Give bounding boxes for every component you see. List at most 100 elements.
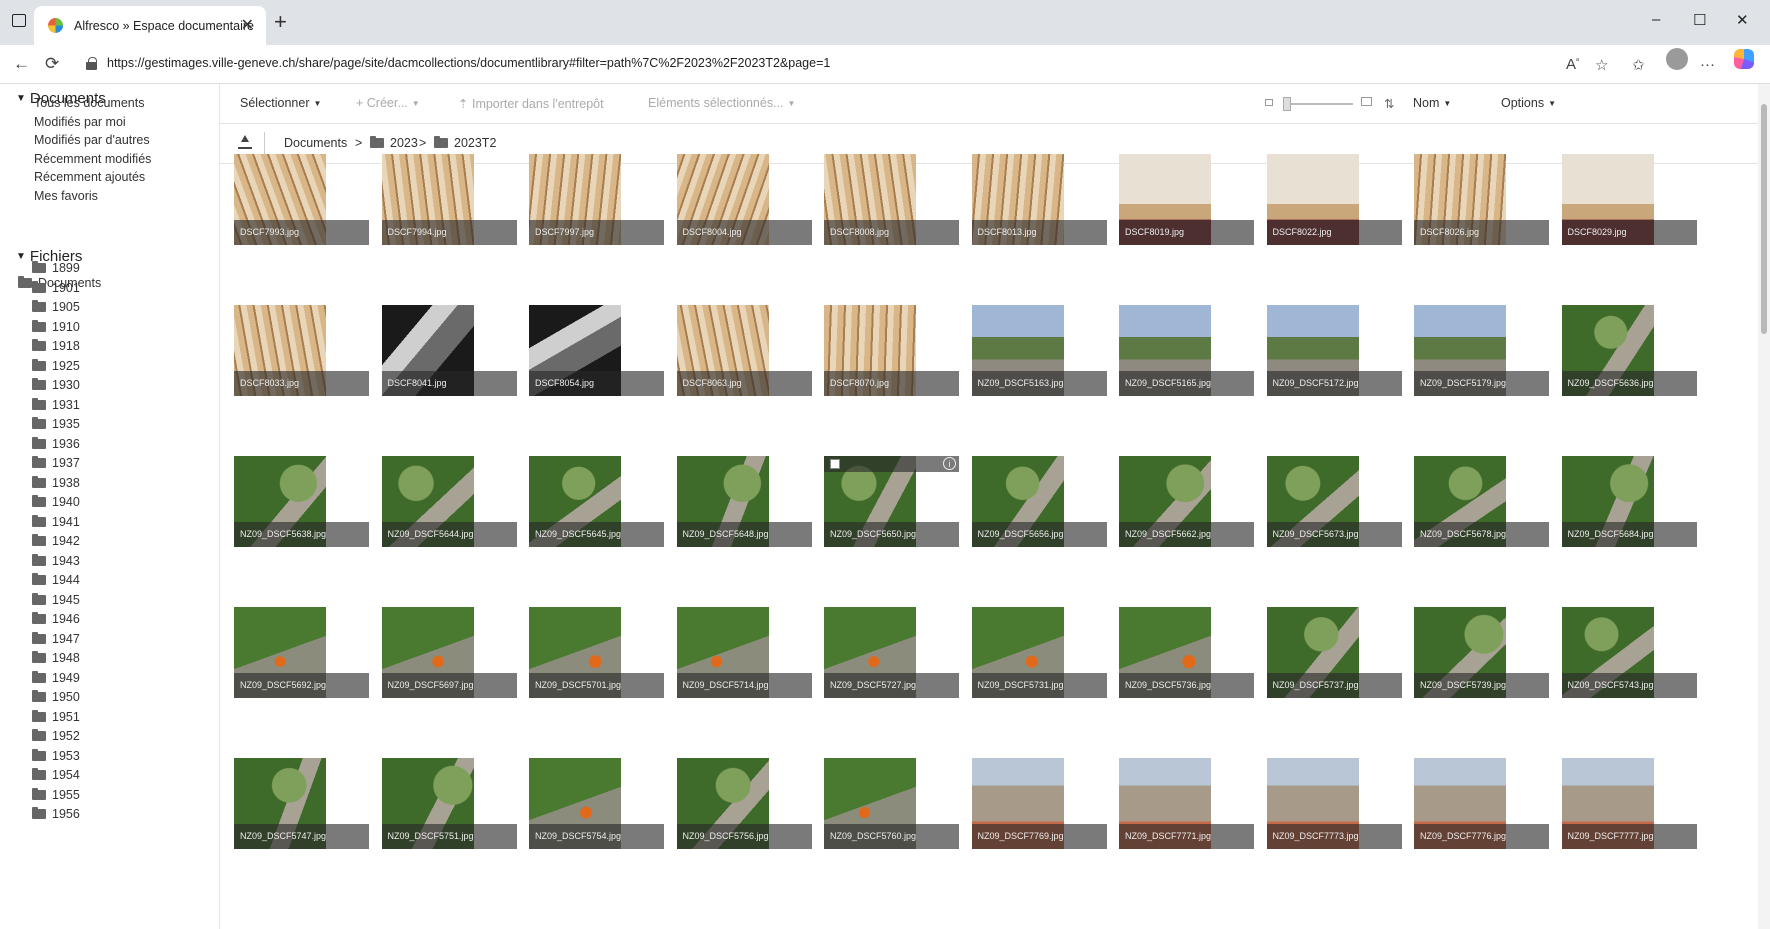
file-thumbnail-item[interactable]: NZ09_DSCF5163.jpg (971, 305, 1107, 396)
file-name-label[interactable]: NZ09_DSCF5179.jpg (1414, 371, 1549, 396)
file-name-label[interactable]: NZ09_DSCF5636.jpg (1561, 371, 1697, 396)
folder-item[interactable]: 1947 (32, 631, 80, 646)
file-name-label[interactable]: NZ09_DSCF5760.jpg (824, 824, 959, 849)
file-thumbnail-item[interactable]: NZ09_DSCF5754.jpg (529, 758, 664, 849)
file-name-label[interactable]: NZ09_DSCF5172.jpg (1266, 371, 1402, 396)
sidebar-link[interactable]: Récemment ajoutés (34, 170, 145, 184)
options-menu[interactable]: Options ▼ (1501, 96, 1556, 110)
file-thumbnail-item[interactable]: NZ09_DSCF5760.jpg (824, 758, 959, 849)
file-thumbnail-item[interactable]: NZ09_DSCF5172.jpg (1266, 305, 1402, 396)
file-name-label[interactable]: NZ09_DSCF5648.jpg (676, 522, 812, 547)
file-thumbnail-item[interactable]: NZ09_DSCF5648.jpg (676, 456, 812, 547)
file-thumbnail-item[interactable]: DSCF8026.jpg (1414, 154, 1549, 245)
folder-item[interactable]: 1954 (32, 768, 80, 782)
file-thumbnail-item[interactable]: DSCF8004.jpg (676, 154, 812, 245)
sidebar-link[interactable]: Modifiés par d'autres (34, 133, 150, 147)
folder-item[interactable]: 1950 (32, 690, 80, 704)
file-thumbnail-item[interactable]: NZ09_DSCF7776.jpg (1414, 758, 1549, 849)
file-thumbnail-item[interactable]: i NZ09_DSCF5650.jpg (824, 456, 959, 547)
file-name-label[interactable]: DSCF8026.jpg (1414, 220, 1549, 245)
file-thumbnail-item[interactable]: DSCF7997.jpg (529, 154, 664, 245)
file-name-label[interactable]: NZ09_DSCF5638.jpg (234, 522, 369, 547)
file-thumbnail-item[interactable]: NZ09_DSCF5678.jpg (1414, 456, 1549, 547)
window-menu-icon[interactable] (12, 14, 26, 27)
file-name-label[interactable]: NZ09_DSCF5731.jpg (971, 673, 1107, 698)
file-name-label[interactable]: DSCF8013.jpg (971, 220, 1107, 245)
file-name-label[interactable]: NZ09_DSCF5751.jpg (381, 824, 517, 849)
favorite-star-icon[interactable]: ☆ (1595, 56, 1608, 74)
file-name-label[interactable]: NZ09_DSCF5684.jpg (1561, 522, 1697, 547)
maximize-button[interactable]: ☐ (1693, 11, 1706, 29)
file-thumbnail-item[interactable]: NZ09_DSCF5636.jpg (1561, 305, 1697, 396)
file-name-label[interactable]: NZ09_DSCF5644.jpg (381, 522, 517, 547)
folder-item[interactable]: 1951 (32, 709, 80, 724)
file-thumbnail-item[interactable]: NZ09_DSCF5727.jpg (824, 607, 959, 698)
select-menu-button[interactable]: Sélectionner ▼ (240, 96, 321, 110)
reload-button[interactable]: ⟳ (45, 54, 59, 74)
folder-item[interactable]: 1935 (32, 417, 80, 431)
file-thumbnail-item[interactable]: NZ09_DSCF5662.jpg (1119, 456, 1254, 547)
profile-avatar[interactable] (1666, 48, 1688, 70)
file-thumbnail-item[interactable]: NZ09_DSCF5645.jpg (529, 456, 664, 547)
folder-item[interactable]: 1930 (32, 378, 80, 392)
tab-close-icon[interactable]: ✕ (241, 15, 254, 35)
file-name-label[interactable]: NZ09_DSCF5645.jpg (529, 522, 664, 547)
file-name-label[interactable]: NZ09_DSCF7773.jpg (1266, 824, 1402, 849)
file-name-label[interactable]: DSCF8019.jpg (1119, 220, 1254, 245)
file-thumbnail-item[interactable]: NZ09_DSCF5644.jpg (381, 456, 517, 547)
browser-tab[interactable]: Alfresco » Espace documentaire ✕ (34, 6, 266, 45)
file-thumbnail-item[interactable]: NZ09_DSCF5697.jpg (381, 607, 517, 698)
favorites-list-icon[interactable]: ✩ (1632, 56, 1645, 74)
select-checkbox[interactable] (830, 459, 840, 469)
folder-item[interactable]: 1955 (32, 787, 80, 802)
vertical-scrollbar[interactable] (1758, 84, 1770, 929)
file-name-label[interactable]: NZ09_DSCF5756.jpg (676, 824, 812, 849)
folder-item[interactable]: 1936 (32, 436, 80, 451)
url-field[interactable]: https://gestimages.ville-geneve.ch/share… (76, 49, 1706, 80)
folder-item[interactable]: 1952 (32, 729, 80, 743)
file-thumbnail-item[interactable]: NZ09_DSCF5737.jpg (1266, 607, 1402, 698)
file-name-label[interactable]: NZ09_DSCF5650.jpg (824, 522, 959, 547)
file-thumbnail-item[interactable]: NZ09_DSCF5673.jpg (1266, 456, 1402, 547)
folder-item[interactable]: 1938 (32, 475, 80, 490)
file-name-label[interactable]: DSCF7997.jpg (529, 220, 664, 245)
file-thumbnail-item[interactable]: NZ09_DSCF5714.jpg (676, 607, 812, 698)
folder-item[interactable]: 1937 (32, 456, 80, 470)
file-thumbnail-item[interactable]: NZ09_DSCF5756.jpg (676, 758, 812, 849)
file-thumbnail-item[interactable]: NZ09_DSCF5179.jpg (1414, 305, 1549, 396)
file-name-label[interactable]: NZ09_DSCF5165.jpg (1119, 371, 1254, 396)
file-name-label[interactable]: DSCF8054.jpg (529, 371, 664, 396)
file-thumbnail-item[interactable]: DSCF8029.jpg (1561, 154, 1697, 245)
folder-item[interactable]: 1953 (32, 748, 80, 763)
file-name-label[interactable]: NZ09_DSCF7769.jpg (971, 824, 1107, 849)
file-thumbnail-item[interactable]: NZ09_DSCF5739.jpg (1414, 607, 1549, 698)
file-thumbnail-item[interactable]: DSCF8054.jpg (529, 305, 664, 396)
file-thumbnail-item[interactable]: NZ09_DSCF5743.jpg (1561, 607, 1697, 698)
folder-item[interactable]: 1956 (32, 807, 80, 821)
file-thumbnail-item[interactable]: DSCF7994.jpg (381, 154, 517, 245)
file-name-label[interactable]: NZ09_DSCF5739.jpg (1414, 673, 1549, 698)
file-name-label[interactable]: NZ09_DSCF5727.jpg (824, 673, 959, 698)
file-name-label[interactable]: NZ09_DSCF5743.jpg (1561, 673, 1697, 698)
file-thumbnail-item[interactable]: NZ09_DSCF5731.jpg (971, 607, 1107, 698)
folder-item[interactable]: 1899 (32, 261, 80, 275)
file-name-label[interactable]: DSCF8063.jpg (676, 371, 812, 396)
folder-item[interactable]: 1931 (32, 397, 80, 412)
file-thumbnail-item[interactable]: NZ09_DSCF5701.jpg (529, 607, 664, 698)
file-thumbnail-item[interactable]: DSCF8063.jpg (676, 305, 812, 396)
file-thumbnail-item[interactable]: DSCF8008.jpg (824, 154, 959, 245)
folder-item[interactable]: 1901 (32, 280, 80, 295)
folder-item[interactable]: 1910 (32, 319, 80, 334)
selected-items-menu[interactable]: Eléments sélectionnés... ▼ (648, 96, 795, 110)
file-name-label[interactable]: DSCF8041.jpg (381, 371, 517, 396)
file-name-label[interactable]: DSCF8022.jpg (1266, 220, 1402, 245)
file-name-label[interactable]: NZ09_DSCF5737.jpg (1266, 673, 1402, 698)
folder-item[interactable]: 1946 (32, 612, 80, 626)
file-name-label[interactable]: DSCF8029.jpg (1561, 220, 1697, 245)
file-name-label[interactable]: NZ09_DSCF5754.jpg (529, 824, 664, 849)
folder-item[interactable]: 1905 (32, 300, 80, 314)
file-name-label[interactable]: DSCF8004.jpg (676, 220, 812, 245)
scrollbar-thumb[interactable] (1761, 104, 1767, 334)
folder-item[interactable]: 1941 (32, 514, 80, 529)
file-name-label[interactable]: DSCF7993.jpg (234, 220, 369, 245)
